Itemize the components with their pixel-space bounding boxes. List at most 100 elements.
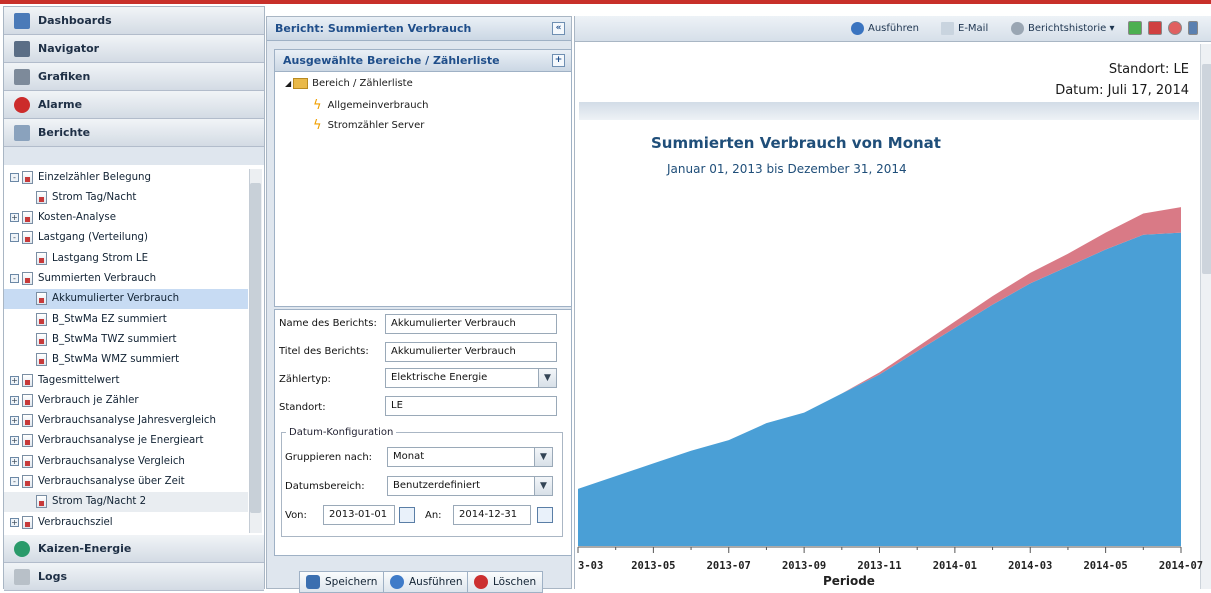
calendar-icon[interactable] [537, 507, 553, 523]
tree-item-label: B_StwMa EZ summiert [52, 313, 167, 325]
meter-type-select[interactable]: Elektrische Energie ▼ [385, 368, 557, 388]
collapse-icon[interactable]: - [10, 233, 19, 243]
report-icon [36, 251, 47, 265]
tree-item-label: Verbrauchsanalyse je Energieart [38, 435, 204, 447]
report-icon [36, 353, 47, 367]
panel-title: Bericht: Summierten Verbrauch [275, 22, 472, 35]
report-icon [22, 414, 33, 428]
tree-item[interactable]: B_StwMa TWZ summiert [36, 329, 177, 349]
nav-berichte[interactable]: Berichte [4, 119, 264, 147]
save-button[interactable]: Speichern [299, 571, 385, 593]
nav-alarme[interactable]: Alarme [4, 91, 264, 119]
accordion-bottom: Kaizen-Energie Logs [4, 535, 264, 591]
collapse-button[interactable]: « [552, 22, 565, 35]
tree-item[interactable]: + Verbrauchsanalyse je Energieart [10, 431, 203, 451]
meter-list-title: Ausgewählte Bereiche / Zählerliste [283, 54, 500, 67]
nav-label: Logs [38, 570, 67, 583]
tree-item[interactable]: + Verbrauchsanalyse Jahresvergleich [10, 411, 216, 431]
tree-item[interactable]: Akkumulierter Verbrauch [4, 288, 248, 309]
group-by-select[interactable]: Monat ▼ [387, 447, 553, 467]
delete-button[interactable]: Löschen [467, 571, 544, 593]
tree-item-label: Strom Tag/Nacht [52, 191, 137, 203]
tree-item[interactable]: Lastgang Strom LE [36, 248, 148, 268]
to-date-input[interactable]: 2014-12-31 [453, 505, 531, 525]
tree-item[interactable]: + Kosten-Analyse [10, 208, 116, 228]
from-date-input[interactable]: 2013-01-01 [323, 505, 395, 525]
expand-icon[interactable]: + [10, 213, 19, 223]
nav-kaizen-energie[interactable]: Kaizen-Energie [4, 535, 264, 563]
tree-item[interactable]: + Tagesmittelwert [10, 370, 119, 390]
run-icon [390, 575, 404, 589]
x-tick-label: 2014-01 [933, 560, 977, 572]
tree-item[interactable]: B_StwMa EZ summiert [36, 309, 167, 329]
expand-icon[interactable]: + [10, 436, 19, 446]
report-name-input[interactable]: Akkumulierter Verbrauch [385, 314, 557, 334]
expand-icon[interactable]: + [10, 517, 19, 527]
date-range-label: Datumsbereich: [285, 481, 365, 492]
nav-navigator[interactable]: Navigator [4, 35, 264, 63]
meter-item[interactable]: ϟ Stromzähler Server [313, 118, 424, 133]
nav-label: Grafiken [38, 70, 91, 83]
tree-item[interactable]: + Verbrauchsanalyse Vergleich [10, 451, 185, 471]
collapse-icon[interactable]: - [10, 172, 19, 182]
meter-item-label: Stromzähler Server [327, 120, 425, 131]
nav-grafiken[interactable]: Grafiken [4, 63, 264, 91]
panel-header: Bericht: Summierten Verbrauch « [267, 17, 571, 41]
nav-label: Dashboards [38, 14, 112, 27]
folder-icon [293, 78, 309, 89]
tree-item[interactable]: B_StwMa WMZ summiert [36, 350, 179, 370]
tree-item[interactable]: + Verbrauchsziel [10, 512, 113, 532]
nav-label: Navigator [38, 42, 100, 55]
tree-item-label: Tagesmittelwert [38, 374, 120, 386]
report-title-input[interactable]: Akkumulierter Verbrauch [385, 342, 557, 362]
nav-label: Alarme [38, 98, 83, 111]
add-meter-button[interactable]: + [552, 54, 565, 67]
collapse-icon[interactable]: - [10, 274, 19, 283]
nav-label: Kaizen-Energie [38, 542, 132, 555]
meter-root[interactable]: ◢ Bereich / Zählerliste [285, 78, 413, 89]
calendar-icon[interactable] [399, 507, 415, 523]
tree-item[interactable]: - Einzelzähler Belegung [10, 167, 151, 187]
nav-dashboards[interactable]: Dashboards [4, 7, 264, 35]
to-label: An: [425, 510, 442, 521]
nav-logs[interactable]: Logs [4, 563, 264, 591]
collapse-arrow-icon[interactable]: ◢ [285, 79, 291, 88]
tree-item[interactable]: + Verbrauch je Zähler [10, 390, 139, 410]
tree-item[interactable]: - Verbrauchsanalyse über Zeit [10, 472, 185, 492]
meter-type-value: Elektrische Energie [391, 372, 488, 383]
tree-item[interactable]: - Summierten Verbrauch [10, 269, 156, 289]
tree-item-label: B_StwMa WMZ summiert [52, 354, 180, 366]
tree-scrollbar-thumb[interactable] [250, 183, 261, 513]
report-icon [22, 393, 33, 407]
tree-item[interactable]: Strom Tag/Nacht [36, 187, 136, 207]
alarm-icon [14, 96, 30, 113]
tree-item[interactable]: Strom Tag/Nacht 2 [4, 491, 248, 512]
group-by-value: Monat [393, 451, 425, 462]
expand-icon[interactable]: + [10, 456, 19, 466]
report-icon [22, 515, 33, 529]
tree-item-label: Einzelzähler Belegung [38, 171, 151, 183]
meter-type-label: Zählertyp: [279, 374, 331, 385]
report-icon [36, 190, 47, 204]
location-input[interactable]: LE [385, 396, 557, 416]
date-range-select[interactable]: Benutzerdefiniert ▼ [387, 476, 553, 496]
chevron-down-icon[interactable]: ▼ [538, 369, 556, 387]
run-button[interactable]: Ausführen [383, 571, 470, 593]
top-accent-bar [0, 0, 1211, 4]
expand-icon[interactable]: + [10, 375, 19, 385]
collapse-icon[interactable]: - [10, 477, 19, 486]
report-icon [22, 272, 33, 285]
x-tick-label: 2014-07 [1159, 560, 1203, 572]
tree-item[interactable]: - Lastgang (Verteilung) [10, 228, 148, 248]
x-tick-label: 2013-05 [631, 560, 675, 572]
chevron-down-icon[interactable]: ▼ [534, 477, 552, 495]
report-icon [22, 475, 33, 488]
chevron-down-icon[interactable]: ▼ [534, 448, 552, 466]
expand-icon[interactable]: + [10, 395, 19, 405]
tree-item-label: Verbrauchsziel [38, 516, 113, 528]
chart-icon [14, 68, 30, 85]
x-tick-label: 2014-03 [1008, 560, 1052, 572]
report-icon [36, 292, 47, 306]
meter-item[interactable]: ϟ Allgemeinverbrauch [313, 98, 428, 113]
expand-icon[interactable]: + [10, 416, 19, 426]
